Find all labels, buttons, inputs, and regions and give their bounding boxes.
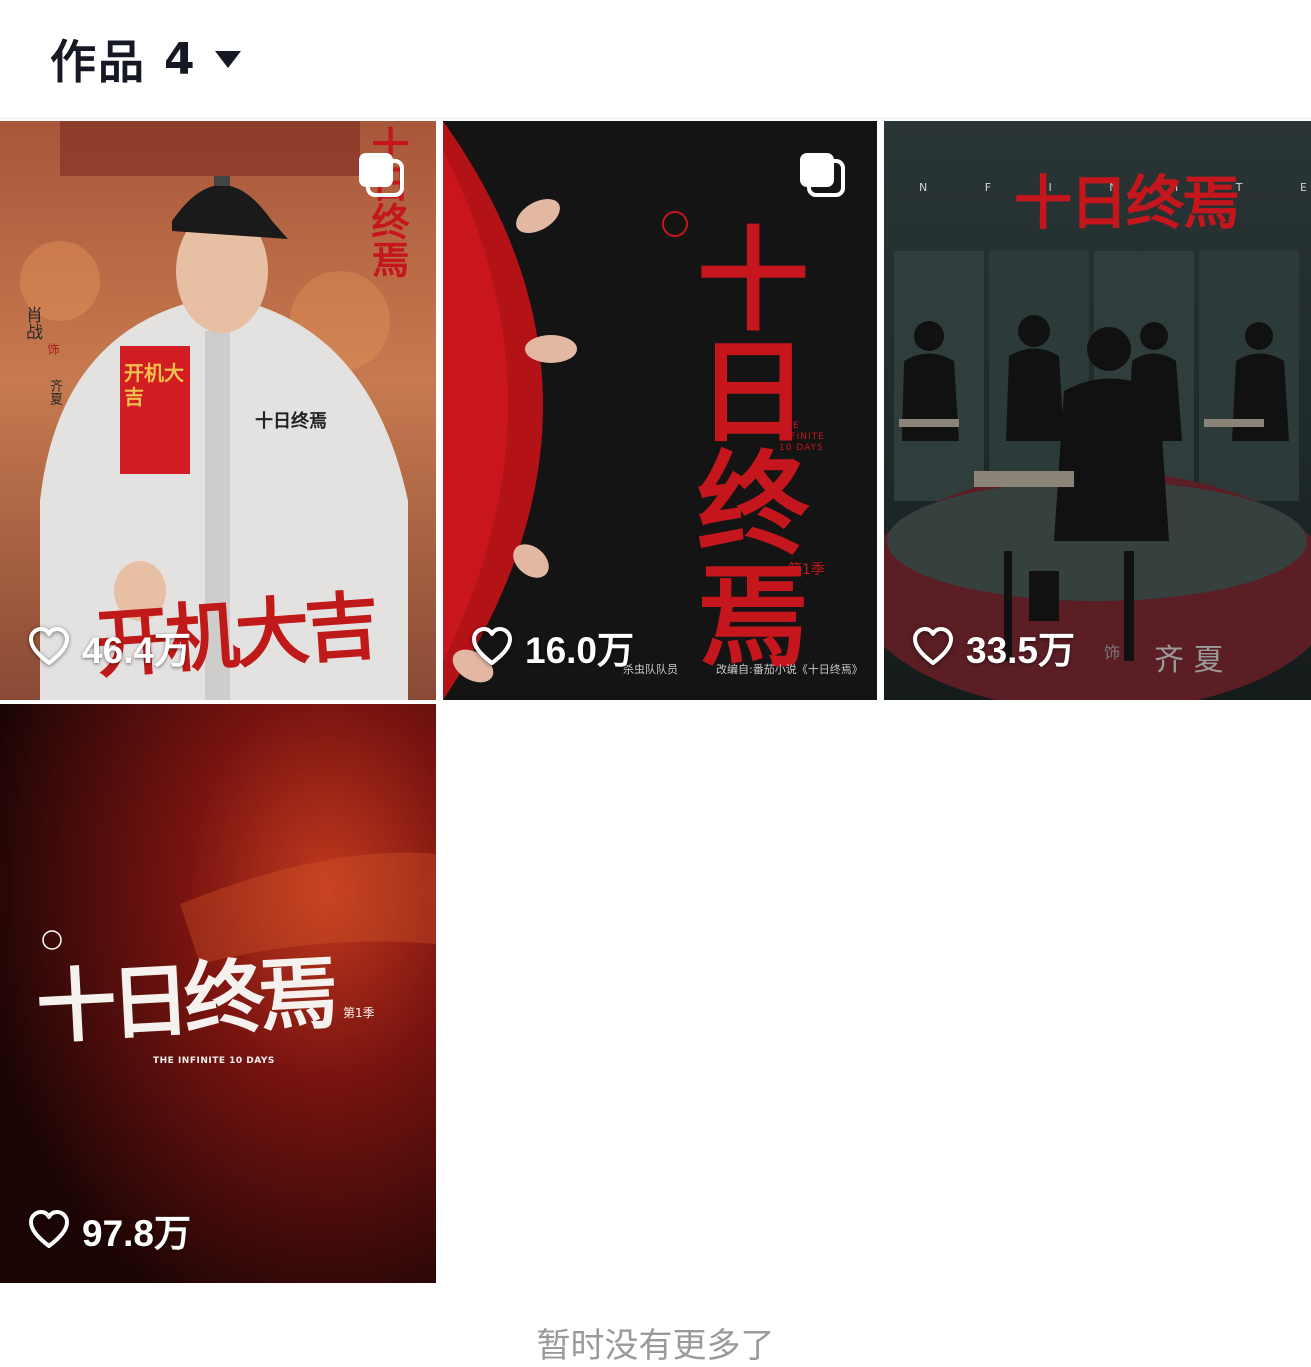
works-tab-title[interactable]: 作品 bbox=[50, 26, 146, 92]
work-tile-3[interactable]: N F I N I T E 1 0 十日终焉 饰 齐 夏 33.5万 bbox=[884, 121, 1311, 700]
poster-vertical-name: 肖战 bbox=[22, 306, 42, 340]
poster-credit-right: 改编自:番茄小说《十日终焉》 bbox=[716, 663, 863, 676]
heart-icon bbox=[913, 627, 953, 665]
like-count: 46.4万 bbox=[28, 620, 191, 674]
poster-role-text: 饰 bbox=[46, 343, 60, 355]
work-tile-1[interactable]: 肖战 饰 齐夏 开机大吉 十日终焉 十日终焉 开机大吉 46.4万 bbox=[0, 121, 436, 700]
heart-icon bbox=[29, 627, 69, 665]
like-count: 16.0万 bbox=[471, 620, 634, 674]
no-more-footer: 暂时没有更多了 bbox=[536, 1326, 775, 1366]
poster-logo: 十日终焉 bbox=[1014, 169, 1240, 237]
heart-icon bbox=[472, 627, 512, 665]
like-count: 97.8万 bbox=[28, 1203, 191, 1257]
poster-subtitle: THE INFINITE 10 DAYS bbox=[779, 421, 825, 453]
poster-season: 第1季 bbox=[343, 1006, 375, 1020]
poster-subtitle: THE INFINITE 10 DAYS bbox=[153, 1056, 275, 1066]
poster-role-prefix: 饰 bbox=[1104, 643, 1121, 662]
work-tile-2[interactable]: 十日终焉 THE INFINITE 10 DAYS 第1季 杀虫队队员 改编自:… bbox=[443, 121, 877, 700]
works-count: 4 bbox=[164, 33, 195, 85]
heart-icon bbox=[29, 1210, 69, 1248]
poster-logo: 十日终焉 bbox=[34, 946, 335, 1055]
work-tile-4[interactable]: 十日终焉 第1季 THE INFINITE 10 DAYS 97.8万 bbox=[0, 704, 436, 1283]
like-count: 33.5万 bbox=[912, 620, 1075, 674]
poster-image-2 bbox=[443, 121, 877, 700]
multi-image-icon bbox=[359, 153, 404, 197]
poster-logo: 十日终焉 bbox=[365, 126, 409, 278]
poster-season: 第1季 bbox=[788, 562, 825, 578]
works-header: 作品 4 bbox=[0, 0, 1311, 119]
poster-role-name: 齐 夏 bbox=[1154, 643, 1224, 678]
caret-down-icon[interactable] bbox=[214, 50, 241, 68]
poster-jacket-logo: 十日终焉 bbox=[255, 411, 327, 432]
poster-role-name: 齐夏 bbox=[47, 379, 62, 405]
poster-red-packet-text: 开机大吉 bbox=[124, 361, 184, 409]
multi-image-icon bbox=[800, 153, 845, 197]
